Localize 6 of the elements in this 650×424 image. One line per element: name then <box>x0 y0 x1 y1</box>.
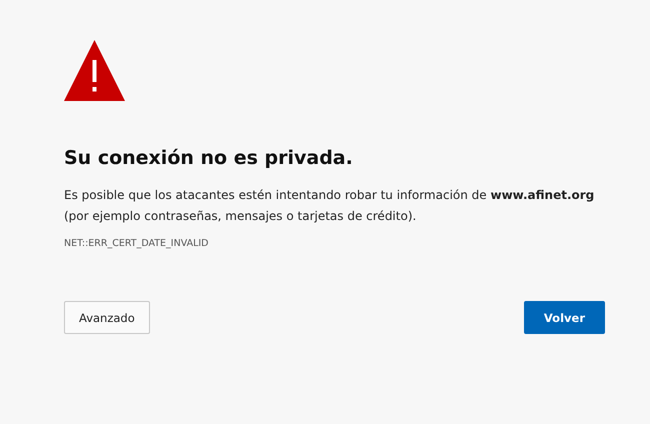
warning-message: Es posible que los atacantes estén intentando robar tu información de www.afinet.org (por ejemplo contraseñas, mensajes o tarjetas de crédito). <box>64 187 596 225</box>
warning-icon <box>64 40 125 101</box>
back-button[interactable]: Volver <box>524 301 605 334</box>
advanced-button[interactable]: Avanzado <box>64 301 150 334</box>
page-heading: Su conexión no es privada. <box>64 146 354 171</box>
error-code: NET::ERR_CERT_DATE_INVALID <box>64 237 210 251</box>
